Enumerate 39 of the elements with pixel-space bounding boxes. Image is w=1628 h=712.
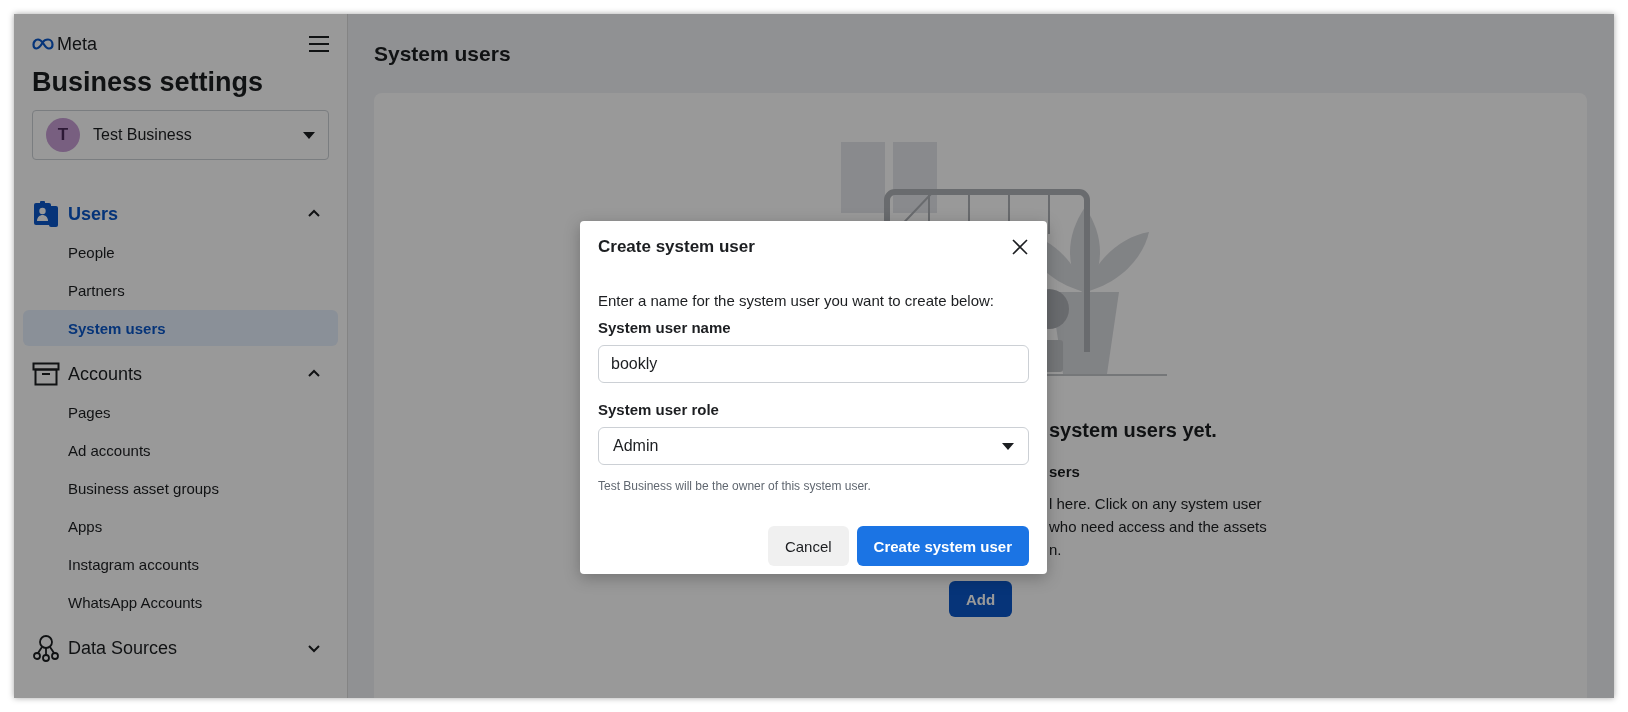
caret-icon: [303, 131, 315, 139]
id-badge-icon: [33, 200, 59, 228]
menu-icon[interactable]: [308, 35, 330, 53]
field-label: System user role: [598, 401, 720, 418]
dialog-title: Create system user: [598, 237, 755, 257]
close-button[interactable]: [1011, 238, 1029, 256]
sidebar-item[interactable]: WhatsApp Accounts: [23, 584, 338, 620]
role-dropdown[interactable]: Admin: [598, 427, 1029, 465]
name-input-field[interactable]: bookly: [598, 345, 1029, 383]
sidebar-item[interactable]: People: [23, 234, 338, 270]
page-heading: Business settings: [32, 66, 265, 98]
sidebar-item[interactable]: Pages: [23, 394, 338, 430]
create-button[interactable]: Create system user: [856, 526, 1029, 566]
sidebar-item[interactable]: Partners: [23, 272, 338, 308]
sidebar-item[interactable]: System users: [23, 310, 338, 346]
archive-box-icon: [32, 362, 60, 386]
cancel-button[interactable]: Cancel: [767, 526, 849, 566]
nav-section[interactable]: Accounts: [23, 354, 338, 394]
empty-state-heading: system users yet.: [1049, 419, 1218, 442]
business-avatar: T: [46, 118, 80, 152]
sidebar-item[interactable]: Instagram accounts: [23, 546, 338, 582]
sidebar-item[interactable]: Business asset groups: [23, 470, 338, 506]
empty-state-description: l here. Click on any system user who need access and the assets n.: [1049, 494, 1268, 560]
nav-section[interactable]: Data Sources: [23, 628, 338, 668]
caret-icon: [1002, 442, 1014, 450]
infinity-logo-icon: [32, 38, 54, 50]
add-button[interactable]: Add: [949, 581, 1012, 617]
dialog-instructions: Enter a name for the system user you want to create below:: [598, 292, 996, 309]
helper-text: Test Business will be the owner of this system user.: [598, 479, 872, 493]
business-selector[interactable]: T Test Business: [32, 110, 329, 160]
empty-state-subheading: sers: [1049, 463, 1081, 480]
brand-name: Meta: [57, 33, 98, 55]
sidebar-item[interactable]: Apps: [23, 508, 338, 544]
sidebar-item[interactable]: Ad accounts: [23, 432, 338, 468]
close-icon: [1011, 238, 1029, 256]
field-label: System user name: [598, 319, 732, 336]
nav-section[interactable]: Users: [23, 194, 338, 234]
network-nodes-icon: [32, 634, 60, 662]
page-title: System users: [374, 41, 512, 67]
